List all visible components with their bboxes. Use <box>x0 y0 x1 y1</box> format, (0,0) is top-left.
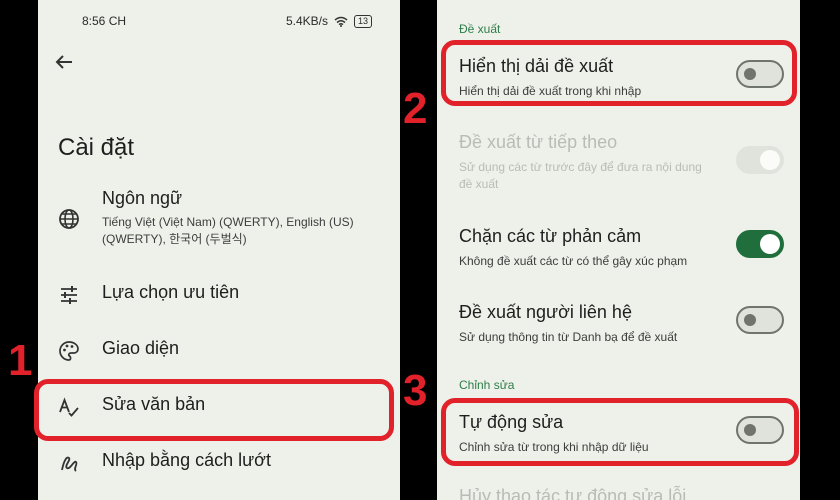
menu-label: Nhập bằng cách lướt <box>102 450 271 470</box>
swipe-icon <box>61 456 78 472</box>
toggle-knob <box>744 314 756 326</box>
setting-title: Đề xuất người liên hệ <box>459 302 632 322</box>
toggle-knob <box>760 150 780 170</box>
setting-description: Sử dụng các từ trước đây để đưa ra nội d… <box>459 160 702 191</box>
section-header-suggestions: Đề xuất <box>459 22 501 36</box>
toggle-knob <box>760 234 780 254</box>
menu-label: Ngôn ngữ <box>102 188 183 208</box>
menu-item-language[interactable]: Ngôn ngữ Tiếng Việt (Việt Nam) (QWERTY),… <box>38 188 400 258</box>
menu-item-glide-typing[interactable]: Nhập bằng cách lướt <box>38 450 400 476</box>
battery-indicator: 13 <box>353 14 372 28</box>
toggle-switch[interactable] <box>736 306 784 334</box>
menu-subtitle: Tiếng Việt (Việt Nam) (QWERTY), English … <box>102 215 354 246</box>
page-title: Cài đặt <box>58 134 135 161</box>
wifi-icon <box>334 16 348 27</box>
setting-undo-auto-correction[interactable]: Hủy thao tác tự động sửa lỗi <box>437 486 800 500</box>
setting-title: Hủy thao tác tự động sửa lỗi <box>459 486 687 500</box>
menu-item-preferences[interactable]: Lựa chọn ưu tiên <box>38 282 400 308</box>
highlight-auto-correction <box>441 398 799 466</box>
globe-icon <box>59 209 79 229</box>
status-bar: 8:56 CH 5.4KB/s 13 <box>38 14 400 30</box>
setting-suggest-contacts[interactable]: Đề xuất người liên hệ Sử dụng thông tin … <box>437 302 800 346</box>
step-number-3: 3 <box>403 366 428 415</box>
setting-block-offensive-words[interactable]: Chặn các từ phản cảm Không đề xuất các t… <box>437 226 800 270</box>
setting-title: Đề xuất từ tiếp theo <box>459 132 618 152</box>
setting-description: Không đề xuất các từ có thể gây xúc phạm <box>459 254 688 268</box>
setting-title: Chặn các từ phản cảm <box>459 226 642 246</box>
palette-icon <box>59 341 79 361</box>
setting-next-word-suggestions: Đề xuất từ tiếp theo Sử dụng các từ trướ… <box>437 132 800 192</box>
toggle-switch <box>736 146 784 174</box>
sliders-icon <box>61 286 77 304</box>
network-speed: 5.4KB/s <box>285 14 328 28</box>
back-arrow-icon[interactable] <box>52 50 76 74</box>
step-number-1: 1 <box>8 336 33 385</box>
highlight-text-correction <box>34 379 394 441</box>
section-header-correction: Chỉnh sửa <box>459 378 515 392</box>
menu-label: Giao diện <box>102 338 180 358</box>
menu-item-theme[interactable]: Giao diện <box>38 338 400 364</box>
menu-label: Lựa chọn ưu tiên <box>102 282 240 302</box>
status-time: 8:56 CH <box>82 14 127 28</box>
step-number-2: 2 <box>403 84 428 133</box>
toggle-switch[interactable] <box>736 230 784 258</box>
setting-description: Sử dụng thông tin từ Danh bạ để đề xuất <box>459 330 678 344</box>
highlight-suggestion-strip <box>441 40 797 106</box>
